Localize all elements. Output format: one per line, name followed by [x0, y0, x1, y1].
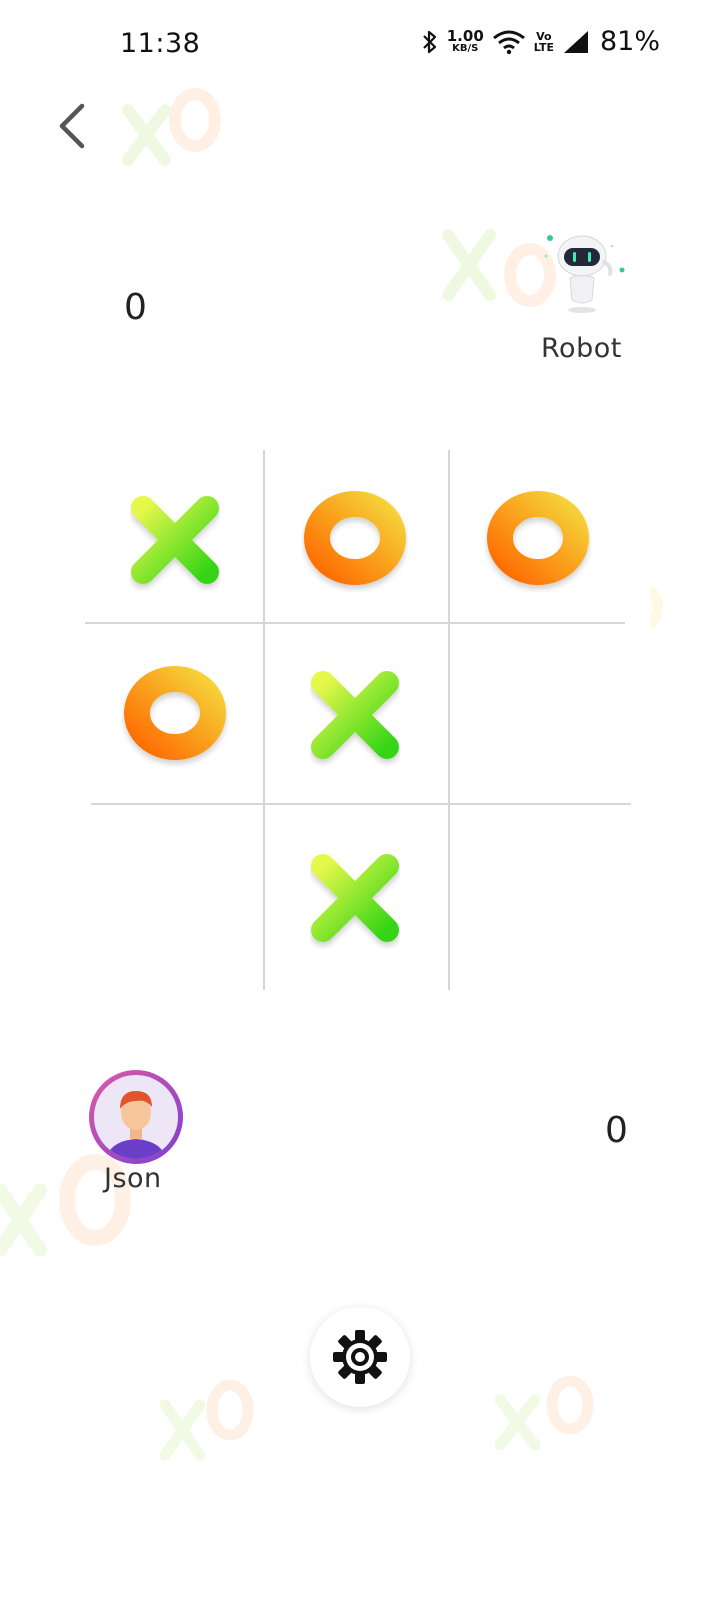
settings-button[interactable] — [310, 1307, 410, 1407]
status-time: 11:38 — [120, 28, 201, 59]
board-cell[interactable] — [265, 808, 445, 988]
x-mark-icon — [131, 496, 219, 584]
gear-icon — [333, 1330, 387, 1384]
human-avatar — [86, 1067, 186, 1167]
game-board — [85, 450, 631, 990]
o-mark-icon — [304, 491, 406, 585]
status-bar: 11:38 1.00 KB/S Vo LTE 81% — [0, 0, 720, 92]
board-cell[interactable] — [85, 450, 265, 630]
board-cell[interactable] — [265, 450, 445, 630]
board-cell[interactable] — [448, 625, 628, 805]
board-cell[interactable] — [448, 450, 628, 630]
board-cell[interactable] — [85, 625, 265, 805]
battery-level: 81% — [599, 26, 660, 57]
human-name: Json — [104, 1163, 162, 1194]
chevron-left-icon — [59, 103, 85, 149]
background-xo-decoration — [122, 88, 221, 166]
robot-name: Robot — [541, 333, 622, 364]
x-mark-icon — [311, 854, 399, 942]
x-mark-icon — [311, 671, 399, 759]
robot-score: 0 — [124, 287, 147, 328]
bluetooth-icon — [422, 30, 436, 53]
board-cell[interactable] — [448, 808, 628, 988]
background-xo-decoration — [159, 1379, 254, 1461]
human-score: 0 — [605, 1110, 628, 1151]
board-cell[interactable] — [265, 625, 445, 805]
o-mark-icon — [124, 666, 226, 760]
background-o-decoration — [650, 585, 663, 629]
net-speed: 1.00 KB/S — [446, 27, 484, 54]
background-xo-decoration — [495, 1375, 594, 1451]
volte-indicator: Vo LTE — [533, 29, 554, 54]
status-icons: 1.00 KB/S Vo LTE 81% — [421, 26, 660, 57]
robot-avatar — [540, 228, 630, 318]
back-button[interactable] — [48, 96, 98, 156]
signal-icon — [563, 30, 588, 53]
board-cell[interactable] — [85, 808, 265, 988]
o-mark-icon — [487, 491, 589, 585]
wifi-icon — [492, 30, 525, 54]
